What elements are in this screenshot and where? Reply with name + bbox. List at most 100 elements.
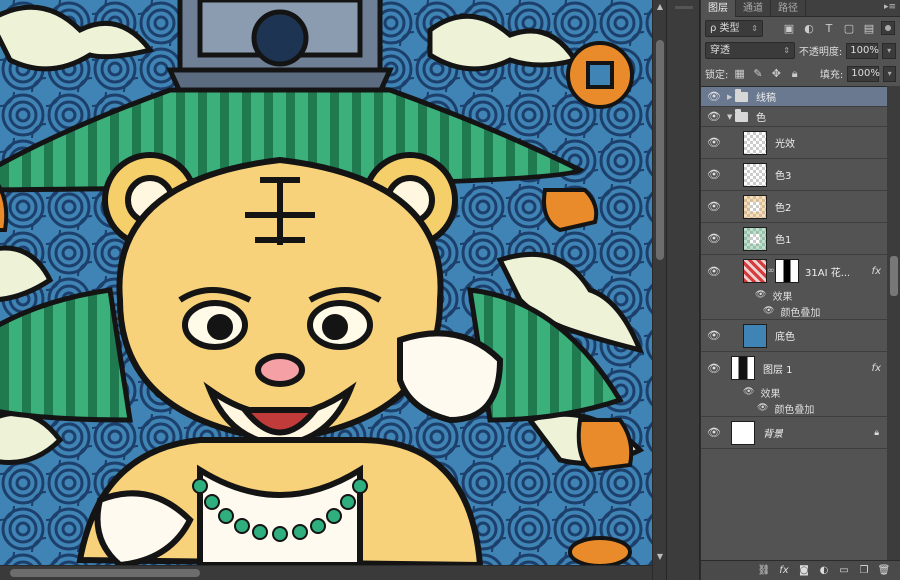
visibility-eye-icon[interactable]: 👁︎ <box>701 200 727 213</box>
scroll-up-icon[interactable]: ▲ <box>655 2 665 12</box>
link-icon[interactable]: ⛓︎ <box>757 564 771 578</box>
filter-row: ρ 类型 ⇕ ▣ ◐ T ▢ ▤ <box>701 17 900 39</box>
effects-row[interactable]: 👁︎ 效果 <box>701 287 887 303</box>
visibility-eye-icon[interactable]: 👁︎ <box>701 136 727 149</box>
smart-object-filter-icon[interactable]: ▤ <box>861 20 877 36</box>
layer-color-1[interactable]: 👁︎ 色1 <box>701 223 887 255</box>
color-overlay-row[interactable]: 👁︎ 颜色叠加 <box>701 400 887 416</box>
tab-channels[interactable]: 通道 <box>736 0 771 17</box>
effects-row[interactable]: 👁︎ 效果 <box>701 384 887 400</box>
effects-label: 效果 <box>772 291 793 303</box>
photoshop-window: ▲ ▼ 图层 通道 路径 ▸≡ ρ 类型 ⇕ ▣ ◐ T ▢ ▤ 穿透 ⇕ 不透… <box>0 0 900 580</box>
opacity-label: 不透明度: <box>798 47 843 58</box>
filter-kind-select[interactable]: ρ 类型 ⇕ <box>705 19 763 37</box>
filter-toggle[interactable] <box>881 21 895 35</box>
layer-light-effect[interactable]: 👁︎ 光效 <box>701 127 887 159</box>
layers-scroll-thumb[interactable] <box>890 256 898 296</box>
new-layer-icon[interactable]: ❐ <box>857 564 871 578</box>
layer-1[interactable]: 👁︎ 图层 1 fx <box>701 352 887 384</box>
lock-pixels-icon[interactable]: ✎ <box>751 66 765 82</box>
layer-thumbnail <box>743 130 767 155</box>
v-scroll-thumb[interactable] <box>656 40 664 260</box>
fx-icon[interactable]: fx <box>872 266 881 277</box>
fill-input[interactable]: 100% <box>847 65 880 82</box>
fx-icon[interactable]: fx <box>872 363 881 374</box>
layer-group-lineart[interactable]: 👁︎ ▶ 线稿 <box>701 87 887 107</box>
blend-row: 穿透 ⇕ 不透明度: 100% ▾ <box>701 39 900 62</box>
visibility-eye-icon[interactable]: 👁︎ <box>701 110 727 123</box>
panel-dock-gutter <box>666 0 700 580</box>
effects-eye-icon[interactable]: 👁︎ <box>755 290 766 300</box>
panel-tabs: 图层 通道 路径 ▸≡ <box>701 0 900 17</box>
layers-list: 👁︎ ▶ 线稿 👁︎ ▼ 色 👁︎ 光效 👁︎ 色3 👁︎ 色2 👁︎ 色1 👁… <box>701 86 887 560</box>
fx-icon[interactable]: fx <box>777 564 791 578</box>
chevron-down-icon: ⇕ <box>783 46 790 55</box>
scroll-down-icon[interactable]: ▼ <box>655 552 665 562</box>
layer-color-3[interactable]: 👁︎ 色3 <box>701 159 887 191</box>
lock-label: 锁定: <box>705 70 729 81</box>
layer-name: 色3 <box>775 171 792 182</box>
layer-color-2[interactable]: 👁︎ 色2 <box>701 191 887 223</box>
opacity-input[interactable]: 100% <box>846 42 879 59</box>
layer-mask-thumbnail[interactable] <box>775 259 799 283</box>
visibility-eye-icon[interactable]: 👁︎ <box>701 362 727 375</box>
layer-31ai-pattern[interactable]: 👁︎ ∞ 31AI 花... fx <box>701 255 887 287</box>
layer-background[interactable]: 👁︎ 背景 🔒︎ <box>701 417 887 449</box>
effects-eye-icon[interactable]: 👁︎ <box>743 387 754 397</box>
effects-label: 效果 <box>760 388 781 400</box>
chain-link-icon[interactable]: ∞ <box>767 266 775 276</box>
tab-layers[interactable]: 图层 <box>701 0 736 17</box>
filter-kind-label: ρ 类型 <box>710 22 740 34</box>
visibility-eye-icon[interactable]: 👁︎ <box>701 329 727 342</box>
color-overlay-eye-icon[interactable]: 👁︎ <box>763 306 774 316</box>
lock-row: 锁定: ▦ ✎ ✥ 🔒︎ 填充: 100% ▾ <box>701 62 900 85</box>
shape-filter-icon[interactable]: ▢ <box>841 20 857 36</box>
visibility-eye-icon[interactable]: 👁︎ <box>701 90 727 103</box>
fill-label: 填充: <box>819 70 844 81</box>
blend-mode-select[interactable]: 穿透 ⇕ <box>705 42 795 59</box>
layers-scrollbar[interactable] <box>887 86 900 560</box>
folder-icon[interactable]: ▭ <box>837 564 851 578</box>
layer-thumbnail <box>731 420 755 445</box>
fill-dropdown-icon[interactable]: ▾ <box>883 65 897 82</box>
layer-31ai-block: 👁︎ ∞ 31AI 花... fx 👁︎ 效果 👁︎ 颜色叠加 <box>701 255 887 320</box>
folder-open-icon <box>735 108 748 122</box>
layer-name: 色1 <box>775 235 792 246</box>
document-canvas[interactable] <box>0 0 652 565</box>
layers-bottom-toolbar: ⛓︎ fx ◙ ◐ ▭ ❐ 🗑︎ <box>701 560 900 580</box>
layer-name: 31AI 花... <box>805 267 849 279</box>
collapse-arrow-icon[interactable]: ▼ <box>727 113 735 121</box>
mask-icon[interactable]: ◙ <box>797 564 811 578</box>
layer-base-color[interactable]: 👁︎ 底色 <box>701 320 887 352</box>
expand-arrow-icon[interactable]: ▶ <box>727 93 735 101</box>
blend-mode-value: 穿透 <box>710 45 730 56</box>
layer-name: 线稿 <box>756 93 776 104</box>
color-overlay-row[interactable]: 👁︎ 颜色叠加 <box>701 303 887 319</box>
panel-menu-icon[interactable]: ▸≡ <box>884 2 896 12</box>
horizontal-scrollbar[interactable] <box>0 565 652 580</box>
layer-thumbnail <box>743 323 767 348</box>
dock-grip[interactable] <box>675 6 693 9</box>
layer-thumbnail <box>743 226 767 251</box>
opacity-dropdown-icon[interactable]: ▾ <box>882 42 896 59</box>
layer-name: 背景 <box>763 429 783 440</box>
trash-icon[interactable]: 🗑︎ <box>877 564 891 578</box>
lock-transparency-icon[interactable]: ▦ <box>732 66 746 82</box>
lock-all-icon[interactable]: 🔒︎ <box>788 66 802 82</box>
text-filter-icon[interactable]: T <box>821 20 837 36</box>
layer-group-color[interactable]: 👁︎ ▼ 色 <box>701 107 887 127</box>
layer-1-block: 👁︎ 图层 1 fx 👁︎ 效果 👁︎ 颜色叠加 <box>701 352 887 417</box>
layer-name: 图层 1 <box>763 364 793 376</box>
tab-paths[interactable]: 路径 <box>771 0 806 17</box>
image-filter-icon[interactable]: ▣ <box>781 20 797 36</box>
visibility-eye-icon[interactable]: 👁︎ <box>701 265 727 278</box>
adjustment-icon[interactable]: ◐ <box>817 564 831 578</box>
h-scroll-thumb[interactable] <box>10 569 200 577</box>
visibility-eye-icon[interactable]: 👁︎ <box>701 426 727 439</box>
adjustment-filter-icon[interactable]: ◐ <box>801 20 817 36</box>
vertical-scrollbar[interactable]: ▲ ▼ <box>652 0 666 580</box>
visibility-eye-icon[interactable]: 👁︎ <box>701 232 727 245</box>
color-overlay-eye-icon[interactable]: 👁︎ <box>757 403 768 413</box>
lock-position-icon[interactable]: ✥ <box>769 66 783 82</box>
visibility-eye-icon[interactable]: 👁︎ <box>701 168 727 181</box>
